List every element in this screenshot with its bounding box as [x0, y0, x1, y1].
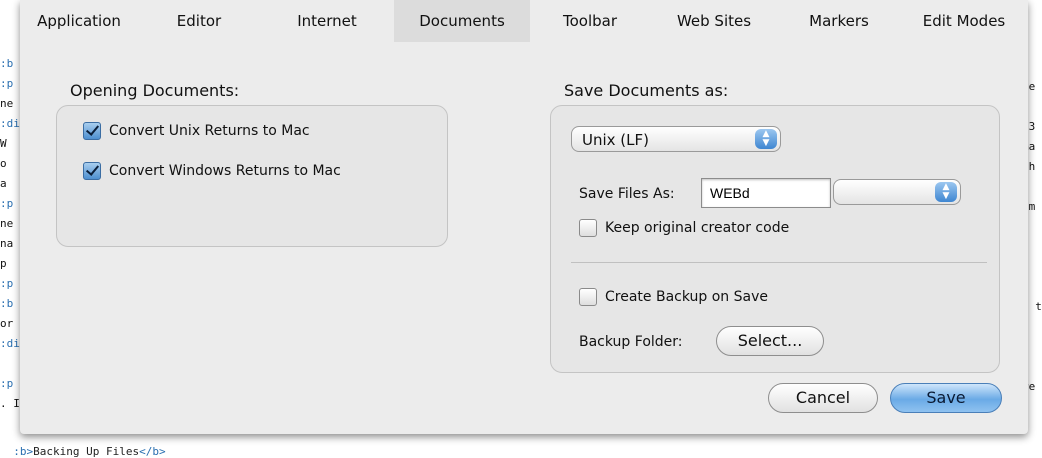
bottom-text: Backing Up Files — [33, 445, 140, 458]
save-button[interactable]: Save — [890, 383, 1002, 413]
tab-web-sites[interactable]: Web Sites — [650, 0, 778, 42]
background-line: :b — [0, 57, 14, 70]
background-line: W — [0, 137, 7, 150]
create-backup-checkbox[interactable] — [579, 288, 597, 306]
opening-documents-title: Opening Documents: — [70, 81, 240, 100]
convert-unix-label: Convert Unix Returns to Mac — [109, 123, 310, 139]
background-line: :p — [0, 77, 14, 90]
convert-windows-row[interactable]: Convert Windows Returns to Mac — [83, 162, 341, 180]
background-line: :p — [0, 377, 14, 390]
tab-edit-modes[interactable]: Edit Modes — [900, 0, 1028, 42]
tab-markers[interactable]: Markers — [778, 0, 900, 42]
line-ending-popup[interactable]: Unix (LF) ▲ ▼ — [571, 126, 781, 152]
keep-creator-checkbox[interactable] — [579, 219, 597, 237]
background-line: :di — [0, 117, 20, 130]
create-backup-label: Create Backup on Save — [605, 289, 768, 305]
background-line: :p — [0, 277, 14, 290]
opening-documents-box: Convert Unix Returns to Mac Convert Wind… — [56, 105, 448, 247]
tab-editor[interactable]: Editor — [138, 0, 260, 42]
tab-bar: Application Editor Internet Documents To… — [20, 0, 1028, 42]
background-line: o — [0, 157, 7, 170]
keep-creator-row[interactable]: Keep original creator code — [579, 219, 789, 237]
save-documents-box: Unix (LF) ▲▼ Save Files As: ▲▼ Keep orig… — [550, 105, 1000, 373]
convert-windows-checkbox[interactable] — [83, 162, 101, 180]
background-line: :di — [0, 337, 20, 350]
background-line: or — [0, 317, 14, 330]
save-files-as-label: Save Files As: — [579, 186, 675, 202]
separator — [571, 262, 987, 263]
popup-arrows-icon: ▲ ▼ — [935, 182, 957, 202]
preferences-sheet: Application Editor Internet Documents To… — [20, 0, 1028, 434]
keep-creator-label: Keep original creator code — [605, 220, 790, 236]
background-line: ne — [0, 97, 14, 110]
tab-toolbar[interactable]: Toolbar — [530, 0, 650, 42]
background-line: :p — [0, 197, 14, 210]
create-backup-row[interactable]: Create Backup on Save — [579, 288, 768, 306]
background-line: a — [0, 177, 7, 190]
popup-arrows-icon: ▲ ▼ — [755, 129, 777, 149]
save-files-as-field[interactable] — [701, 178, 831, 208]
tab-documents[interactable]: Documents — [394, 0, 530, 42]
bottom-tag-close: </b> — [139, 445, 166, 458]
bottom-tag-open: :b> — [13, 445, 34, 458]
background-line: na — [0, 237, 14, 250]
convert-unix-checkbox[interactable] — [83, 122, 101, 140]
background-editor-bottom-line: :b>Backing Up Files</b> — [0, 432, 166, 458]
tab-application[interactable]: Application — [20, 0, 138, 42]
convert-windows-label: Convert Windows Returns to Mac — [109, 163, 341, 179]
save-documents-title: Save Documents as: — [564, 81, 729, 100]
background-line: p — [0, 257, 7, 270]
select-folder-button[interactable]: Select... — [716, 326, 824, 356]
tab-internet[interactable]: Internet — [260, 0, 394, 42]
line-ending-value: Unix (LF) — [582, 131, 649, 149]
backup-folder-label: Backup Folder: — [579, 334, 683, 350]
background-line: :b — [0, 297, 14, 310]
cancel-button[interactable]: Cancel — [768, 383, 878, 413]
convert-unix-row[interactable]: Convert Unix Returns to Mac — [83, 122, 310, 140]
creator-code-popup[interactable]: ▲ ▼ — [833, 179, 961, 205]
background-line: ne — [0, 217, 14, 230]
background-line: . I — [0, 397, 20, 410]
